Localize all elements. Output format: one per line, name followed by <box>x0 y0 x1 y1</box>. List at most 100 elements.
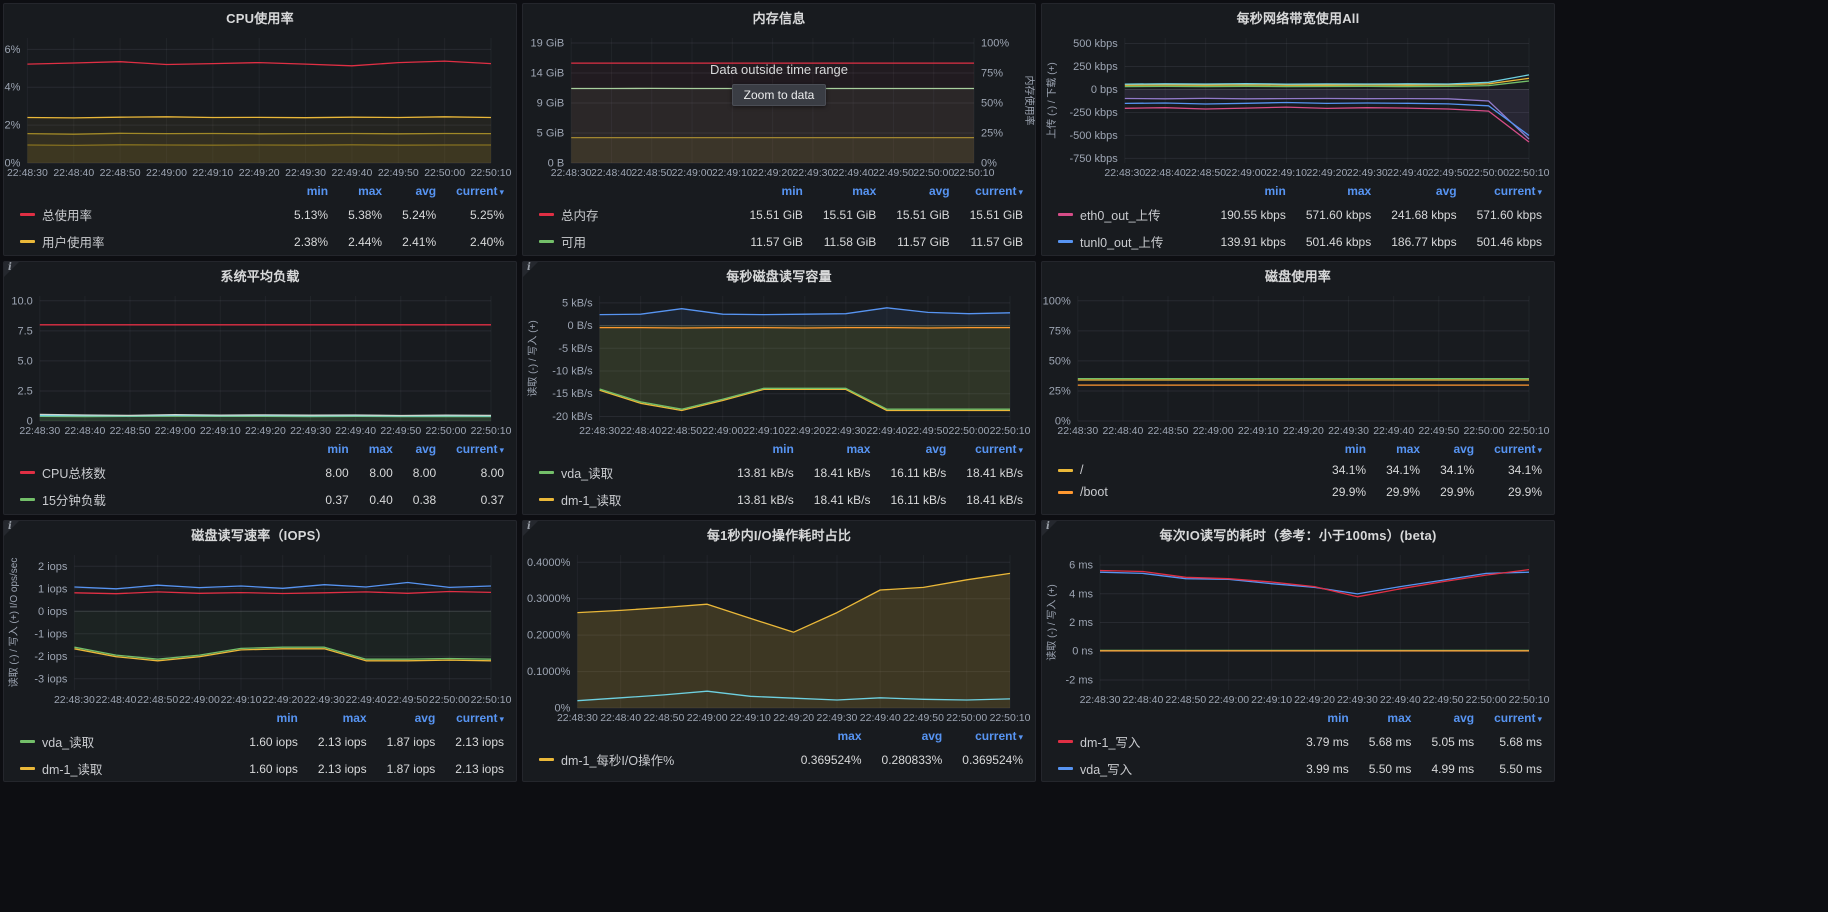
series-color-dash <box>1058 469 1073 472</box>
panel-info-icon[interactable]: i <box>4 262 22 280</box>
legend-sort-current[interactable]: current▾ <box>1477 182 1542 201</box>
legend-sort-current[interactable]: current▾ <box>1494 440 1542 459</box>
panel-title[interactable]: 系统平均负载 <box>220 266 299 285</box>
svg-text:上传 (-) / 下载 (+): 上传 (-) / 下载 (+) <box>1046 62 1058 138</box>
legend-sort-avg[interactable]: avg <box>882 727 943 746</box>
legend-sort-avg[interactable]: avg <box>896 182 949 201</box>
svg-text:22:49:00: 22:49:00 <box>155 425 196 437</box>
time-series-chart[interactable]: 2 iops1 iops0 iops-1 iops-2 iops-3 iops2… <box>7 547 513 707</box>
time-series-chart[interactable]: 100%75%50%25%0%22:48:3022:48:4022:48:502… <box>1045 288 1551 438</box>
panel-info-icon[interactable]: i <box>523 521 541 539</box>
legend-value-min: 3.99 ms <box>1306 762 1349 776</box>
legend-series-label[interactable]: 总内存 <box>539 201 730 228</box>
legend-series-label[interactable]: dm-1_每秒I/O操作% <box>539 746 781 773</box>
legend-series-label[interactable]: vda_读取 <box>20 728 229 755</box>
legend-sort-current[interactable]: current▾ <box>1494 709 1542 728</box>
legend-series-label[interactable]: / <box>1058 459 1312 481</box>
legend-sort-current[interactable]: current▾ <box>966 440 1023 459</box>
legend-value-max: 18.41 kB/s <box>814 493 871 507</box>
time-series-chart[interactable]: 5 kB/s0 B/s-5 kB/s-10 kB/s-15 kB/s-20 kB… <box>526 288 1032 438</box>
legend-value-min: 1.60 iops <box>249 735 298 749</box>
panel-info-icon[interactable]: i <box>4 521 22 539</box>
time-series-chart[interactable]: 0.4000%0.3000%0.2000%0.1000%0%22:48:3022… <box>526 547 1032 725</box>
legend-sort-current[interactable]: current▾ <box>456 440 504 459</box>
legend-column-label: current <box>1494 711 1535 725</box>
legend-sort-min[interactable]: min <box>1306 709 1349 728</box>
legend-series-label[interactable]: tunl0_out_上传 <box>1058 228 1200 255</box>
panel-title[interactable]: 磁盘读写速率（IOPS） <box>191 525 328 544</box>
legend-sort-avg[interactable]: avg <box>1391 182 1456 201</box>
svg-text:22:49:20: 22:49:20 <box>1283 425 1324 437</box>
legend-series-label[interactable]: /boot <box>1058 481 1312 503</box>
legend-sort-max[interactable]: max <box>1386 440 1420 459</box>
legend-series-label[interactable]: dm-1_读取 <box>539 486 717 513</box>
panel-info-icon[interactable]: i <box>523 262 541 280</box>
panel-title[interactable]: 每1秒内I/O操作耗时占比 <box>707 525 851 544</box>
legend-sort-min[interactable]: min <box>249 709 298 728</box>
legend-sort-min[interactable]: min <box>737 440 794 459</box>
legend-sort-avg[interactable]: avg <box>413 440 436 459</box>
legend-sort-avg[interactable]: avg <box>1440 440 1474 459</box>
svg-text:0.2000%: 0.2000% <box>527 630 571 642</box>
panel-title[interactable]: 每秒磁盘读写容量 <box>726 266 832 285</box>
legend-series-label[interactable]: 用户使用率 <box>20 228 274 255</box>
legend-sort-max[interactable]: max <box>369 440 393 459</box>
legend-series-label[interactable]: vda_每秒I/O操作% <box>539 773 781 782</box>
legend-value-avg: 15.51 GiB <box>896 208 949 222</box>
time-series-chart[interactable]: 6%4%2%0%22:48:3022:48:4022:48:5022:49:00… <box>7 30 513 180</box>
legend-sort-max[interactable]: max <box>1369 709 1412 728</box>
legend-series-label[interactable]: dm-1_读取 <box>20 755 229 782</box>
legend-series-label[interactable]: vda_写入 <box>1058 755 1286 782</box>
time-series-chart[interactable]: 10.07.55.02.5022:48:3022:48:4022:48:5022… <box>7 288 513 438</box>
legend-sort-max[interactable]: max <box>823 182 876 201</box>
legend-sort-max[interactable]: max <box>318 709 367 728</box>
legend-sort-current[interactable]: current▾ <box>455 709 504 728</box>
time-series-chart[interactable]: 6 ms4 ms2 ms0 ns-2 ms22:48:3022:48:4022:… <box>1045 547 1551 707</box>
legend-series-label[interactable]: eth0_out_上传 <box>1058 201 1200 228</box>
info-icon: i <box>8 262 12 273</box>
legend-sort-max[interactable]: max <box>1306 182 1371 201</box>
legend-value-max: 501.46 kbps <box>1306 235 1371 249</box>
legend-sort-current[interactable]: current▾ <box>970 182 1023 201</box>
panel-title[interactable]: 每秒网络带宽使用All <box>1237 8 1360 27</box>
legend-sort-min[interactable]: min <box>1220 182 1285 201</box>
legend-sort-min[interactable]: min <box>325 440 348 459</box>
series-color-dash <box>1058 240 1073 243</box>
legend-sort-max[interactable]: max <box>801 727 862 746</box>
legend-sort-max[interactable]: max <box>814 440 871 459</box>
legend-sort-current[interactable]: current▾ <box>456 182 504 201</box>
panel-info-icon[interactable]: i <box>1042 521 1060 539</box>
time-series-chart[interactable]: 500 kbps250 kbps0 bps-250 kbps-500 kbps-… <box>1045 30 1551 180</box>
zoom-to-data-button[interactable]: Zoom to data <box>732 84 827 106</box>
sort-caret-icon: ▾ <box>499 187 504 197</box>
svg-text:22:49:10: 22:49:10 <box>1238 425 1279 437</box>
panel-title[interactable]: 每次IO读写的耗时（参考：小于100ms）(beta) <box>1160 525 1437 544</box>
svg-text:2.5: 2.5 <box>18 385 33 397</box>
legend-sort-max[interactable]: max <box>348 182 382 201</box>
panel-title[interactable]: 内存信息 <box>753 8 806 27</box>
sort-caret-icon: ▾ <box>1018 187 1023 197</box>
legend-sort-min[interactable]: min <box>1332 440 1366 459</box>
legend-series-label[interactable]: dm-1_写入 <box>1058 728 1286 755</box>
legend-sort-min[interactable]: min <box>294 182 328 201</box>
legend-sort-avg[interactable]: avg <box>387 709 436 728</box>
legend-sort-avg[interactable]: avg <box>402 182 436 201</box>
legend-series-label[interactable]: 15分钟负载 <box>20 486 305 513</box>
series-color-dash <box>20 498 35 501</box>
legend-sort-avg[interactable]: avg <box>890 440 946 459</box>
legend-series-label[interactable]: 总使用率 <box>20 201 274 228</box>
panel-legend: minmaxavgcurrent▾总内存15.51 GiB15.51 GiB15… <box>523 180 1035 255</box>
panel-title[interactable]: 磁盘使用率 <box>1265 266 1331 285</box>
legend-value-avg: 186.77 kbps <box>1391 235 1456 249</box>
series-name: CPU总核数 <box>42 463 106 482</box>
legend-value-current: 0.37 <box>456 493 504 507</box>
legend-sort-current[interactable]: current▾ <box>962 727 1023 746</box>
legend-series-label[interactable]: vda_读取 <box>539 459 717 486</box>
svg-text:100%: 100% <box>1043 295 1071 307</box>
svg-text:0 ns: 0 ns <box>1072 646 1093 658</box>
panel-title[interactable]: CPU使用率 <box>226 8 294 27</box>
legend-sort-avg[interactable]: avg <box>1431 709 1474 728</box>
legend-series-label[interactable]: 可用 <box>539 228 730 255</box>
legend-sort-min[interactable]: min <box>750 182 803 201</box>
legend-series-label[interactable]: CPU总核数 <box>20 459 305 486</box>
